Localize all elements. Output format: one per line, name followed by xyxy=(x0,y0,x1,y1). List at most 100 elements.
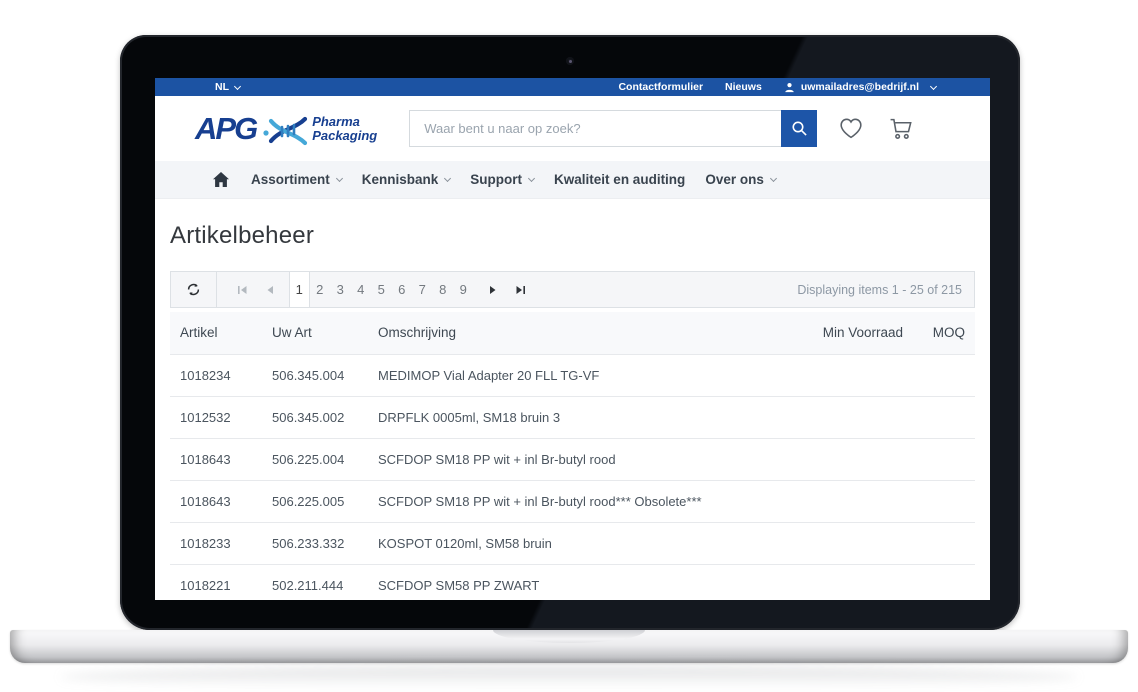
column-header-uw-art[interactable]: Uw Art xyxy=(262,312,368,354)
table-row[interactable]: 1018643 506.225.004 SCFDOP SM18 PP wit +… xyxy=(170,438,975,480)
cart-icon[interactable] xyxy=(889,117,914,140)
cell-omschrijving: SCFDOP SM18 PP wit + inl Br-butyl rood xyxy=(368,438,803,480)
next-page-button[interactable] xyxy=(480,272,507,307)
page-number-8[interactable]: 8 xyxy=(433,272,454,307)
chevron-down-icon xyxy=(528,175,535,182)
last-page-button[interactable] xyxy=(507,272,534,307)
cell-moq xyxy=(913,522,975,564)
nav-item-assortiment[interactable]: Assortiment xyxy=(251,172,342,187)
prev-page-icon xyxy=(266,285,274,295)
last-page-icon xyxy=(515,285,526,295)
laptop-reflection xyxy=(60,666,1078,688)
cell-moq xyxy=(913,438,975,480)
nav-item-over-ons[interactable]: Over ons xyxy=(705,172,776,187)
nav-item-kwaliteit-en-auditing[interactable]: Kwaliteit en auditing xyxy=(554,172,685,187)
cell-uw-art: 506.233.332 xyxy=(262,522,368,564)
pager-separator xyxy=(216,272,217,307)
table-row[interactable]: 1018234 506.345.004 MEDIMOP Vial Adapter… xyxy=(170,354,975,396)
laptop-mockup: NL Contactformulier Nieuws uwmailadres@b… xyxy=(0,0,1138,692)
account-menu[interactable]: uwmailadres@bedrijf.nl xyxy=(784,81,936,93)
column-header-moq[interactable]: MOQ xyxy=(913,312,975,354)
site-header: APG Pharma Packaging xyxy=(155,96,990,161)
header-icons xyxy=(838,117,914,140)
logo[interactable]: APG Pharma Packaging xyxy=(195,111,377,147)
cell-artikel: 1012532 xyxy=(170,396,262,438)
logo-tagline: Pharma Packaging xyxy=(312,115,377,142)
cell-min-voorraad xyxy=(803,480,913,522)
cell-uw-art: 506.345.002 xyxy=(262,396,368,438)
cell-omschrijving: SCFDOP SM58 PP ZWART xyxy=(368,564,803,600)
next-page-icon xyxy=(489,285,497,295)
refresh-icon xyxy=(186,282,201,297)
cell-omschrijving: DRPFLK 0005ml, SM18 bruin 3 xyxy=(368,396,803,438)
chevron-down-icon xyxy=(336,175,343,182)
refresh-button[interactable] xyxy=(171,272,216,307)
column-header-min-voorraad[interactable]: Min Voorraad xyxy=(803,312,913,354)
nav-item-label: Kwaliteit en auditing xyxy=(554,172,685,187)
wishlist-heart-icon[interactable] xyxy=(838,117,864,140)
link-contactformulier[interactable]: Contactformulier xyxy=(618,81,703,93)
cell-artikel: 1018233 xyxy=(170,522,262,564)
page-number-7[interactable]: 7 xyxy=(412,272,433,307)
home-icon[interactable] xyxy=(213,172,229,187)
chevron-down-icon xyxy=(770,175,777,182)
cell-moq xyxy=(913,480,975,522)
articles-table: Artikel Uw Art Omschrijving Min Voorraad… xyxy=(170,312,975,600)
nav-item-label: Assortiment xyxy=(251,172,330,187)
cell-uw-art: 506.345.004 xyxy=(262,354,368,396)
page-title: Artikelbeheer xyxy=(170,221,975,251)
cell-uw-art: 502.211.444 xyxy=(262,564,368,600)
first-page-button[interactable] xyxy=(229,272,256,307)
grid-pager: 1 2 3 4 5 6 7 8 9 Displaying items 1 - xyxy=(170,271,975,308)
utility-bar: NL Contactformulier Nieuws uwmailadres@b… xyxy=(155,78,990,96)
search-button[interactable] xyxy=(781,110,817,147)
cell-uw-art: 506.225.005 xyxy=(262,480,368,522)
cell-min-voorraad xyxy=(803,522,913,564)
laptop-thumb-notch xyxy=(493,630,645,643)
table-row[interactable]: 1018233 506.233.332 KOSPOT 0120ml, SM58 … xyxy=(170,522,975,564)
table-row[interactable]: 1018221 502.211.444 SCFDOP SM58 PP ZWART xyxy=(170,564,975,600)
language-selector[interactable]: NL xyxy=(215,81,240,93)
nav-item-kennisbank[interactable]: Kennisbank xyxy=(362,172,451,187)
page-number-1[interactable]: 1 xyxy=(289,272,310,307)
cell-artikel: 1018221 xyxy=(170,564,262,600)
page-number-6[interactable]: 6 xyxy=(392,272,413,307)
chevron-down-icon xyxy=(930,82,937,89)
table-row[interactable]: 1012532 506.345.002 DRPFLK 0005ml, SM18 … xyxy=(170,396,975,438)
search-bar xyxy=(409,110,817,147)
laptop-screen-bezel: NL Contactformulier Nieuws uwmailadres@b… xyxy=(120,35,1020,630)
language-label: NL xyxy=(215,81,229,93)
browser-viewport: NL Contactformulier Nieuws uwmailadres@b… xyxy=(155,78,990,600)
page-number-3[interactable]: 3 xyxy=(330,272,351,307)
column-header-omschrijving[interactable]: Omschrijving xyxy=(368,312,803,354)
cell-min-voorraad xyxy=(803,438,913,480)
page-number-5[interactable]: 5 xyxy=(371,272,392,307)
user-icon xyxy=(784,82,795,93)
nav-item-label: Kennisbank xyxy=(362,172,439,187)
column-header-artikel[interactable]: Artikel xyxy=(170,312,262,354)
page-number-4[interactable]: 4 xyxy=(351,272,372,307)
dna-helix-icon xyxy=(262,115,308,147)
cell-artikel: 1018643 xyxy=(170,438,262,480)
nav-item-support[interactable]: Support xyxy=(470,172,534,187)
cell-uw-art: 506.225.004 xyxy=(262,438,368,480)
search-input[interactable] xyxy=(409,110,781,147)
utility-links: Contactformulier Nieuws uwmailadres@bedr… xyxy=(618,81,936,93)
logo-acronym: APG xyxy=(195,111,256,147)
page-number-9[interactable]: 9 xyxy=(453,272,474,307)
page-number-2[interactable]: 2 xyxy=(310,272,331,307)
page-content: Artikelbeheer xyxy=(155,199,990,600)
prev-page-button[interactable] xyxy=(256,272,283,307)
cell-omschrijving: SCFDOP SM18 PP wit + inl Br-butyl rood**… xyxy=(368,480,803,522)
nav-item-label: Over ons xyxy=(705,172,764,187)
user-email: uwmailadres@bedrijf.nl xyxy=(801,81,919,93)
cell-moq xyxy=(913,396,975,438)
table-header-row: Artikel Uw Art Omschrijving Min Voorraad… xyxy=(170,312,975,354)
cell-moq xyxy=(913,354,975,396)
nav-item-label: Support xyxy=(470,172,522,187)
link-nieuws[interactable]: Nieuws xyxy=(725,81,762,93)
logo-tagline-line2: Packaging xyxy=(312,128,377,143)
table-row[interactable]: 1018643 506.225.005 SCFDOP SM18 PP wit +… xyxy=(170,480,975,522)
chevron-down-icon xyxy=(444,175,451,182)
cell-omschrijving: KOSPOT 0120ml, SM58 bruin xyxy=(368,522,803,564)
